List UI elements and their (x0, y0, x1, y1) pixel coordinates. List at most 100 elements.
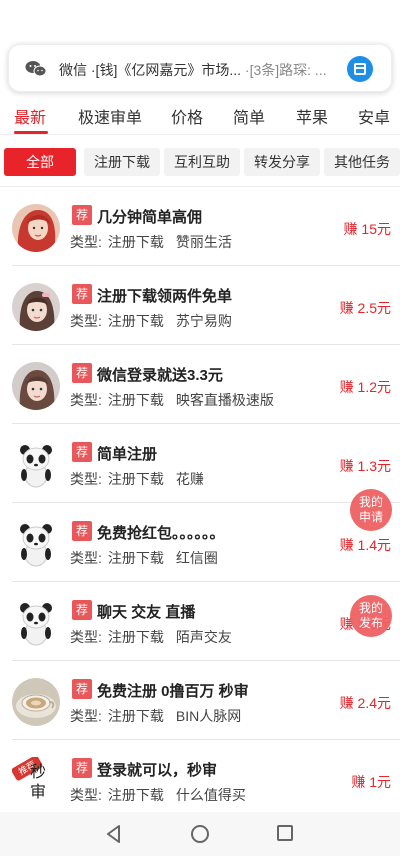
task-reward: 赚 1元 (351, 774, 391, 790)
task-item[interactable]: 荐 免费抢红包。。。。。。 类型: 注册下载 红信圈 赚 1.4元 (0, 503, 400, 582)
task-title: 聊天 交友 直播 (97, 604, 196, 621)
recommend-badge: 荐 (72, 600, 92, 620)
task-item[interactable]: 荐 注册下载领两件免单 类型: 注册下载 苏宁易购 赚 2.5元 (0, 266, 400, 345)
task-reward: 赚 2.4元 (339, 695, 391, 711)
task-type: 注册下载 (107, 787, 164, 803)
task-app: BIN人脉网 (175, 708, 242, 724)
my-publish-button[interactable]: 我的发布 (350, 595, 392, 637)
recommend-badge: 荐 (72, 363, 92, 383)
task-meta: 类型: 注册下载 映客直播极速版 (70, 390, 274, 410)
task-item[interactable]: 荐 聊天 交友 直播 类型:注册下载陌声交友 赚 1.6元 (0, 582, 400, 661)
notification-extra: ·[3条]路琛: ... (244, 62, 327, 78)
chip-all[interactable]: 全部 (4, 148, 76, 176)
task-meta: 类型: 注册下载 BIN人脉网 (70, 706, 241, 726)
recommend-badge: 荐 (72, 284, 92, 304)
girl-red-hair-avatar (12, 204, 60, 252)
my-apply-label: 我的申请 (358, 495, 383, 524)
task-app: 赞丽生活 (175, 234, 232, 250)
task-type: 注册下载 (107, 392, 164, 408)
notification-message: ·[钱]《亿网嘉元》市场... (90, 62, 242, 78)
type-label: 类型: (70, 629, 102, 645)
task-title: 几分钟简单高佣 (97, 209, 203, 226)
type-label: 类型: (70, 708, 102, 724)
task-reward: 赚 15元 (343, 221, 391, 237)
type-label: 类型: (70, 787, 102, 803)
recommend-badge: 荐 (72, 521, 92, 541)
task-item[interactable]: 荐 几分钟简单高佣 类型: 注册下载 赞丽生活 赚 15元 (0, 187, 400, 266)
task-reward: 赚 1.4元 (339, 537, 391, 553)
tab-apple[interactable]: 苹果 (296, 104, 328, 128)
chip-other-tasks[interactable]: 其他任务 (324, 148, 400, 176)
recommend-badge: 荐 (72, 758, 92, 778)
task-reward: 赚 1.3元 (339, 458, 391, 474)
task-type: 注册下载 (107, 629, 164, 645)
task-title: 登录就可以，秒审 (97, 762, 218, 779)
task-meta: 类型: 注册下载 花赚 (70, 469, 204, 489)
task-app: 花赚 (175, 471, 204, 487)
panda-avatar (12, 520, 60, 568)
panda-avatar (12, 599, 60, 647)
wechat-icon (25, 61, 47, 77)
back-icon[interactable] (105, 825, 123, 843)
task-reward: 赚 1.2元 (339, 379, 391, 395)
my-apply-button[interactable]: 我的申请 (350, 489, 392, 531)
task-type: 注册下载 (107, 234, 164, 250)
coffee-cup-avatar (12, 678, 60, 726)
notification-app: 微信 (59, 62, 87, 78)
task-meta: 类型: 注册下载 红信圈 (70, 548, 218, 568)
task-type: 注册下载 (107, 550, 164, 566)
tab-price[interactable]: 价格 (171, 104, 203, 128)
recommend-badge: 荐 (72, 442, 92, 462)
type-label: 类型: (70, 471, 102, 487)
task-title: 微信登录就送3.3元 (97, 367, 223, 384)
category-tabs: 最新 极速审单 价格 简单 苹果 安卓 (0, 96, 400, 134)
task-title: 免费抢红包。。。。。。 (97, 525, 225, 542)
task-app: 陌声交友 (175, 629, 232, 645)
type-label: 类型: (70, 392, 102, 408)
task-type: 注册下载 (107, 708, 164, 724)
girl-photo-avatar (12, 362, 60, 410)
open-window-icon[interactable] (347, 56, 373, 82)
tab-latest[interactable]: 最新 (14, 104, 46, 128)
recommend-badge: 荐 (72, 205, 92, 225)
recent-apps-icon[interactable] (277, 825, 293, 841)
tab-simple[interactable]: 简单 (233, 104, 265, 128)
my-publish-label: 我的发布 (358, 601, 383, 630)
system-nav-bar (0, 812, 400, 856)
tab-fast-review[interactable]: 极速审单 (78, 104, 142, 128)
task-reward: 赚 2.5元 (339, 300, 391, 316)
type-label: 类型: (70, 313, 102, 329)
recommend-badge: 荐 (72, 679, 92, 699)
task-title: 免费注册 0撸百万 秒审 (97, 683, 249, 700)
girl-photo-avatar (12, 283, 60, 331)
task-meta: 类型: 注册下载 苏宁易购 (70, 311, 232, 331)
task-type: 注册下载 (107, 471, 164, 487)
task-app: 什么值得买 (175, 787, 246, 803)
chip-mutual-help[interactable]: 互利互助 (164, 148, 240, 176)
task-item[interactable]: 荐 微信登录就送3.3元 类型: 注册下载 映客直播极速版 赚 1.2元 (0, 345, 400, 424)
tab-android[interactable]: 安卓 (358, 104, 390, 128)
task-app: 苏宁易购 (175, 313, 232, 329)
type-label: 类型: (70, 550, 102, 566)
status-bar (0, 0, 400, 44)
task-meta: 类型: 注册下载 什么值得买 (70, 785, 246, 805)
task-item[interactable]: 荐 简单注册 类型: 注册下载 花赚 赚 1.3元 (0, 424, 400, 503)
chip-share[interactable]: 转发分享 (244, 148, 320, 176)
wechat-notification[interactable]: 微信 ·[钱]《亿网嘉元》市场... ·[3条]路琛: ... (8, 44, 392, 92)
avatar-text: 秒审 (30, 764, 47, 801)
task-item[interactable]: 推荐 秒审 荐 登录就可以，秒审 类型: 注册下载 什么值得买 赚 1元 (0, 740, 400, 819)
notification-text: 微信 ·[钱]《亿网嘉元》市场... ·[3条]路琛: ... (59, 60, 359, 80)
task-item[interactable]: 荐 免费注册 0撸百万 秒审 类型: 注册下载 BIN人脉网 赚 2.4元 (0, 661, 400, 740)
task-title: 注册下载领两件免单 (97, 288, 233, 305)
chip-register-download[interactable]: 注册下载 (84, 148, 160, 176)
task-app: 映客直播极速版 (175, 392, 274, 408)
task-type: 注册下载 (107, 313, 164, 329)
task-title: 简单注册 (97, 446, 158, 463)
task-meta: 类型: 注册下载 陌声交友 (70, 627, 232, 647)
task-meta: 类型: 注册下载 赞丽生活 (70, 232, 232, 252)
home-icon[interactable] (191, 825, 209, 843)
panda-avatar (12, 441, 60, 489)
type-label: 类型: (70, 234, 102, 250)
task-app: 红信圈 (175, 550, 218, 566)
divider (0, 134, 400, 135)
